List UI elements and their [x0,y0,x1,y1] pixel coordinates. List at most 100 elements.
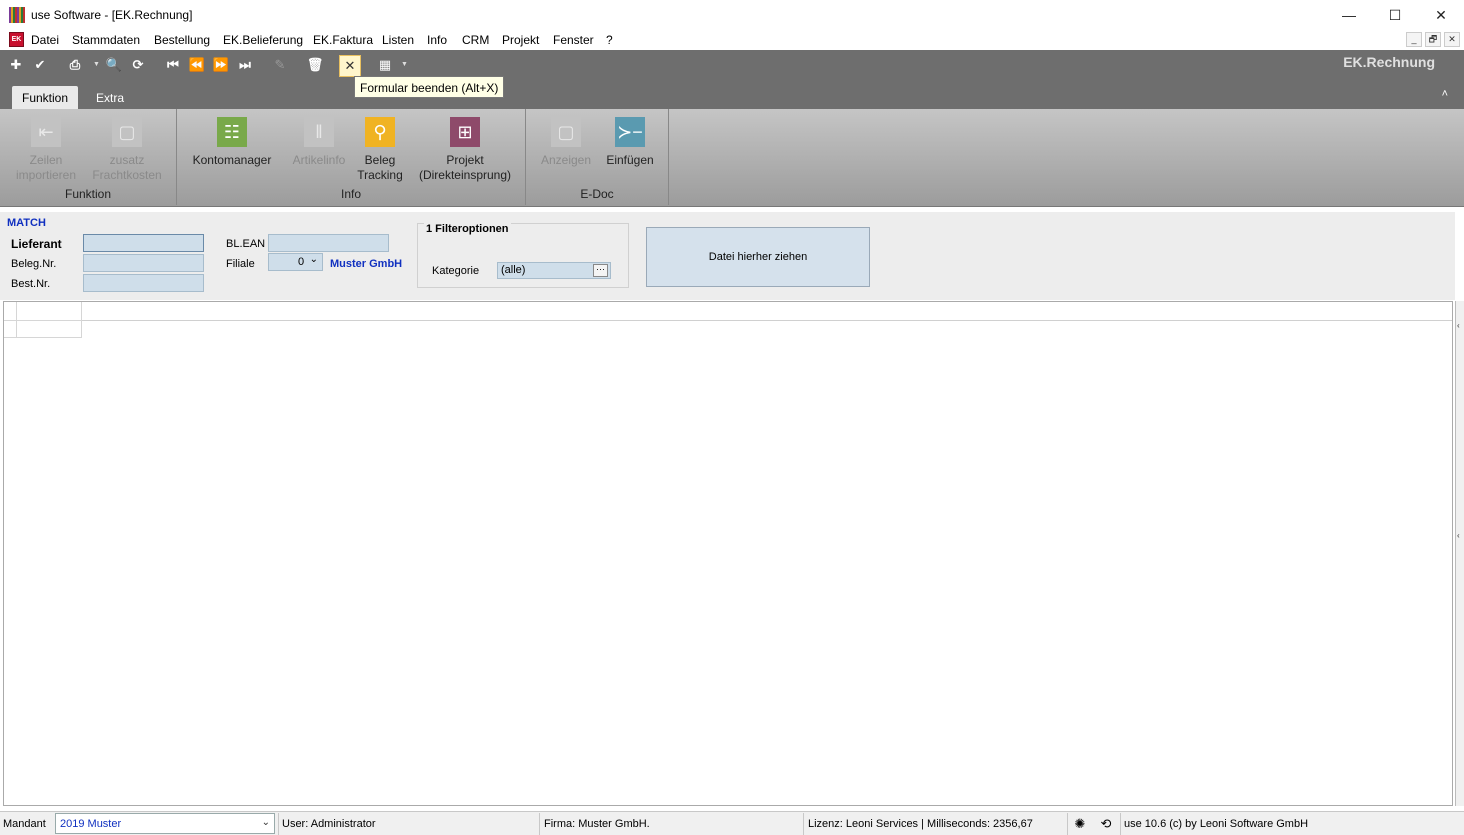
expand-panel-icon[interactable]: ‹ [1457,321,1460,330]
mandant-select[interactable]: 2019 Muster ⌄ [55,813,275,834]
bestnr-input[interactable] [83,274,204,292]
import-rows-button[interactable]: ⇤ Zeilen importieren [14,117,78,183]
mdi-minimize-button[interactable]: _ [1406,32,1422,47]
filter-panel: MATCH Lieferant Beleg.Nr. Best.Nr. BL.EA… [0,210,1455,300]
expand-panel-icon-2[interactable]: ‹ [1457,531,1460,540]
document-tracking-icon: ⚲ [365,117,395,147]
window-title: use Software - [EK.Rechnung] [31,8,193,22]
mdi-close-button[interactable]: ✕ [1444,32,1460,47]
menu-listen[interactable]: Listen [382,33,414,47]
kategorie-ellipsis-button[interactable]: ··· [593,264,608,277]
lieferant-input[interactable] [83,234,204,252]
import-rows-label-2: importieren [15,168,77,182]
mandant-value: 2019 Muster [60,818,122,830]
next-record-icon[interactable]: ⏩ [212,56,230,74]
bestnr-label: Best.Nr. [11,278,51,290]
blean-label: BL.EAN [226,238,266,250]
blean-input[interactable] [268,234,389,252]
collapse-ribbon-icon[interactable]: ˄ [1442,88,1448,100]
freight-cost-icon: ▢ [112,117,142,147]
document-menu-icon[interactable]: EK [9,32,24,47]
chevron-down-icon: ⌄ [309,254,318,265]
mandant-label: Mandant [3,818,46,830]
refresh-icon[interactable]: ⟳ [129,56,147,74]
sync-icon[interactable]: ⟲ [1097,815,1115,833]
import-rows-icon: ⇤ [31,117,61,147]
last-record-icon[interactable]: ⏭ [236,56,254,74]
menu-crm[interactable]: CRM [462,33,489,47]
beleg-tracking-label-2: Tracking [357,168,403,182]
edit-icon[interactable]: ✎ [271,56,289,74]
ribbon-group-funktion: ⇤ Zeilen importieren ▢ zusatz Frachtkost… [0,109,177,205]
anzeigen-button[interactable]: ▢ Anzeigen [538,117,594,168]
first-record-icon[interactable]: ⏮ [164,56,182,74]
notification-icon[interactable]: ✺ [1071,815,1089,833]
kontomanager-label: Kontomanager [192,153,272,167]
lizenz-info: Lizenz: Leoni Services | Milliseconds: 2… [805,813,1068,835]
grid-dropdown-icon[interactable]: ▼ [401,61,408,68]
delete-icon[interactable]: 🗑 [306,56,324,74]
grid-row-indicator [4,321,17,338]
menu-datei[interactable]: Datei [31,33,59,47]
close-window-button[interactable]: ✕ [1418,0,1464,30]
einfuegen-button[interactable]: ≻− Einfügen [602,117,658,168]
grid-icon[interactable]: ▦ [376,56,394,74]
projekt-direkteinsprung-button[interactable]: ⊞ Projekt (Direkteinsprung) [415,117,515,183]
print-icon[interactable]: ⎙ [66,56,84,74]
kategorie-value: (alle) [501,264,526,276]
einfuegen-label: Einfügen [606,153,654,167]
kontomanager-button[interactable]: ☷ Kontomanager [191,117,273,168]
group-label-funktion: Funktion [64,187,112,201]
close-form-icon[interactable]: ✕ [339,55,361,77]
menu-projekt[interactable]: Projekt [502,33,539,47]
grid-header [4,302,1452,321]
ribbon: ⇤ Zeilen importieren ▢ zusatz Frachtkost… [0,109,1464,207]
grid-cell[interactable] [17,321,82,338]
beleg-tracking-button[interactable]: ⚲ Beleg Tracking [357,117,403,183]
article-info-icon: ‖ [304,117,334,147]
tooltip: Formular beenden (Alt+X) [354,76,505,98]
check-icon[interactable]: ✔ [31,56,49,74]
firma-info: Firma: Muster GmbH. [541,813,804,835]
toolbar: ✚ ✔ ⎙ ▼ 🔍 ⟳ ⏮ ⏪ ⏩ ⏭ ✎ 🗑 ✕ ▦ ▼ EK.Rechnun… [0,50,1464,86]
mdi-restore-button[interactable]: 🗗 [1425,32,1441,47]
side-panel-strip: ‹ ‹ [1455,301,1464,806]
freight-cost-button[interactable]: ▢ zusatz Frachtkosten [92,117,162,183]
maximize-button[interactable]: ☐ [1372,0,1418,30]
previous-record-icon[interactable]: ⏪ [188,56,206,74]
version-info: use 10.6 (c) by Leoni Software GmbH [1120,813,1464,835]
user-info: User: Administrator [278,813,540,835]
menu-stammdaten[interactable]: Stammdaten [72,33,140,47]
menu-bar: EK Datei Stammdaten Bestellung EK.Belief… [0,30,1464,50]
menu-ek-faktura[interactable]: EK.Faktura [313,33,373,47]
filiale-select[interactable]: 0 ⌄ [268,253,323,271]
menu-ek-belieferung[interactable]: EK.Belieferung [223,33,303,47]
display-document-icon: ▢ [551,117,581,147]
tab-funktion[interactable]: Funktion [12,86,79,109]
menu-info[interactable]: Info [427,33,447,47]
filiale-name: Muster GmbH [330,258,403,270]
plus-icon[interactable]: ✚ [7,56,25,74]
kategorie-select[interactable]: (alle) ··· [497,262,611,279]
tab-extra[interactable]: Extra [86,86,134,109]
belegnr-input[interactable] [83,254,204,272]
menu-fenster[interactable]: Fenster [553,33,594,47]
status-bar: Mandant 2019 Muster ⌄ User: Administrato… [0,811,1464,835]
app-icon [9,7,25,23]
search-icon[interactable]: 🔍 [105,56,123,74]
menu-bestellung[interactable]: Bestellung [154,33,210,47]
artikelinfo-button[interactable]: ‖ Artikelinfo [285,117,353,168]
kategorie-label: Kategorie [432,265,480,277]
freight-cost-label-2: Frachtkosten [92,168,162,182]
grid-header-cell[interactable] [17,302,82,321]
chevron-down-icon: ⌄ [261,817,270,828]
account-manager-icon: ☷ [217,117,247,147]
import-rows-label-1: Zeilen [29,153,63,167]
minimize-button[interactable]: — [1326,0,1372,30]
menu-help[interactable]: ? [606,33,613,47]
file-dropzone[interactable]: Datei hierher ziehen [646,227,870,287]
print-dropdown-icon[interactable]: ▼ [93,61,100,68]
data-grid[interactable] [3,301,1453,806]
dropzone-label: Datei hierher ziehen [708,251,808,263]
freight-cost-label-1: zusatz [109,153,145,167]
